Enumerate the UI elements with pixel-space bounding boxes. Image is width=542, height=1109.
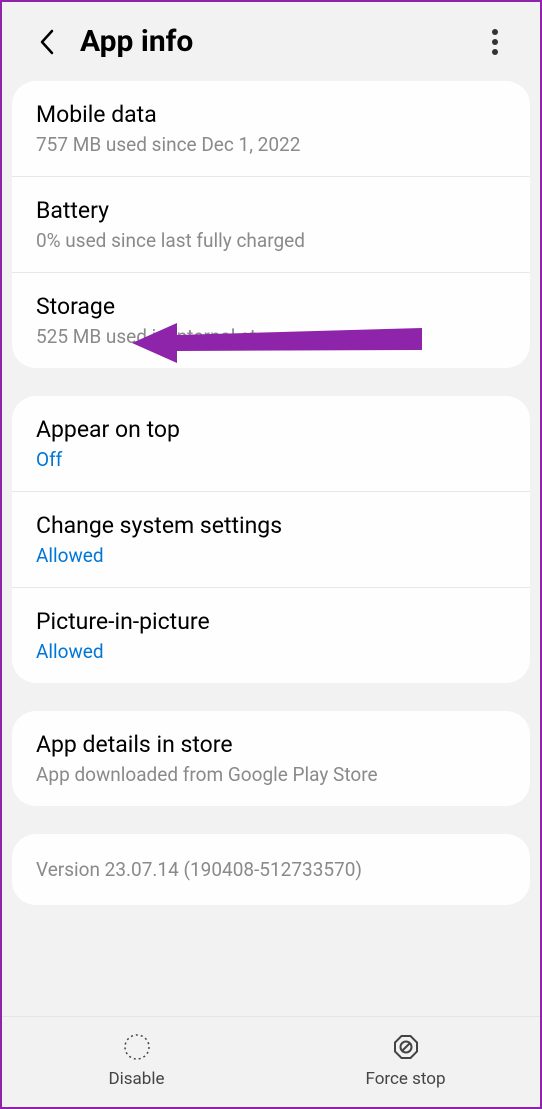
item-title: Picture-in-picture [36,608,506,635]
storage-item[interactable]: Storage 525 MB used in Internal storage [12,273,530,368]
item-subtitle: App downloaded from Google Play Store [36,763,506,786]
page-title: App info [80,24,480,59]
appear-on-top-item[interactable]: Appear on top Off [12,396,530,491]
item-title: Appear on top [36,416,506,443]
picture-in-picture-item[interactable]: Picture-in-picture Allowed [12,588,530,683]
mobile-data-item[interactable]: Mobile data 757 MB used since Dec 1, 202… [12,81,530,176]
more-vertical-icon [492,29,498,55]
version-card: Version 23.07.14 (190408-512733570) [12,834,530,905]
item-title: Battery [36,197,506,224]
back-button[interactable] [32,27,62,57]
item-status: Allowed [36,544,506,567]
force-stop-button[interactable]: Force stop [271,1033,540,1089]
item-subtitle: 757 MB used since Dec 1, 2022 [36,133,506,156]
version-text: Version 23.07.14 (190408-512733570) [36,858,506,881]
item-subtitle: 525 MB used in Internal storage [36,325,506,348]
item-title: App details in store [36,731,506,758]
disable-button[interactable]: Disable [2,1033,271,1089]
permissions-group: Appear on top Off Change system settings… [12,396,530,683]
force-stop-icon [392,1033,420,1061]
item-subtitle: 0% used since last fully charged [36,229,506,252]
bottom-bar: Disable Force stop [2,1016,540,1107]
app-details-in-store-item[interactable]: App details in store App downloaded from… [12,711,530,806]
more-options-button[interactable] [480,27,510,57]
force-stop-label: Force stop [365,1069,445,1089]
change-system-settings-item[interactable]: Change system settings Allowed [12,492,530,587]
battery-item[interactable]: Battery 0% used since last fully charged [12,177,530,272]
item-title: Change system settings [36,512,506,539]
disable-label: Disable [108,1069,164,1089]
store-group: App details in store App downloaded from… [12,711,530,806]
item-title: Storage [36,293,506,320]
back-icon [38,28,56,56]
disable-icon [123,1033,151,1061]
item-status: Off [36,448,506,471]
usage-group: Mobile data 757 MB used since Dec 1, 202… [12,81,530,368]
item-title: Mobile data [36,101,506,128]
app-header: App info [2,2,540,81]
item-status: Allowed [36,640,506,663]
